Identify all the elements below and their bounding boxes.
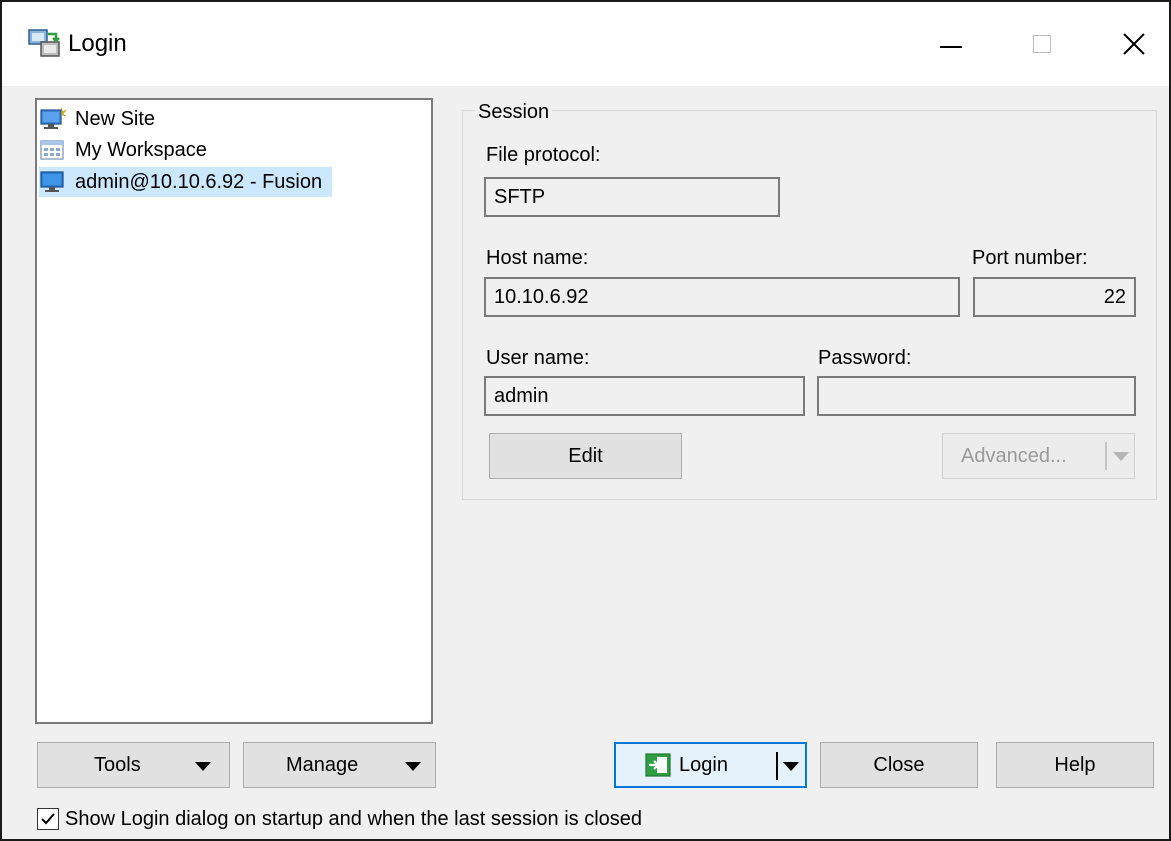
advanced-button-label: Advanced...: [961, 444, 1067, 467]
close-icon: [1123, 33, 1145, 55]
close-button-label: Close: [873, 753, 925, 776]
help-button-label: Help: [1054, 753, 1096, 776]
tools-button-label: Tools: [94, 753, 141, 776]
title-bar: Login: [2, 2, 1169, 86]
close-button[interactable]: Close: [820, 742, 978, 788]
split-separator: [1105, 442, 1107, 470]
tree-item-label: admin@10.10.6.92 - Fusion: [75, 170, 323, 193]
user-name-input[interactable]: admin: [484, 376, 805, 416]
file-protocol-select[interactable]: SFTP: [484, 177, 780, 217]
maximize-icon: [1033, 35, 1051, 53]
edit-button[interactable]: Edit: [489, 433, 682, 479]
login-icon: [645, 753, 671, 777]
split-separator: [776, 752, 778, 780]
manage-button-label: Manage: [286, 753, 359, 776]
chevron-down-icon[interactable]: [1113, 452, 1129, 461]
tree-item-label: My Workspace: [75, 138, 207, 161]
monitor-icon: [40, 171, 64, 192]
port-number-input[interactable]: 22: [973, 277, 1136, 317]
port-number-label: Port number:: [972, 247, 1088, 269]
tools-button[interactable]: Tools: [37, 742, 230, 788]
login-button[interactable]: Login: [614, 742, 807, 788]
workspace-icon: [40, 140, 64, 160]
checkmark-icon: [41, 813, 55, 825]
minimize-button[interactable]: [920, 18, 980, 70]
host-name-input[interactable]: 10.10.6.92: [484, 277, 960, 317]
help-button[interactable]: Help: [996, 742, 1154, 788]
minimize-icon: [940, 46, 962, 48]
edit-button-label: Edit: [568, 444, 603, 467]
tree-item-new-site[interactable]: New Site: [39, 104, 155, 134]
app-icon: [28, 29, 60, 57]
new-site-icon: [40, 107, 67, 129]
password-label: Password:: [818, 347, 912, 369]
tree-item-admin-fusion[interactable]: admin@10.10.6.92 - Fusion: [39, 167, 333, 197]
chevron-down-icon: [195, 762, 211, 771]
tree-item-my-workspace[interactable]: My Workspace: [39, 135, 207, 165]
login-button-label: Login: [679, 753, 728, 776]
advanced-button[interactable]: Advanced...: [942, 433, 1135, 479]
show-login-label[interactable]: Show Login dialog on startup and when th…: [65, 806, 642, 832]
chevron-down-icon: [405, 762, 421, 771]
show-login-checkbox[interactable]: [37, 808, 59, 830]
manage-button[interactable]: Manage: [243, 742, 436, 788]
close-window-button[interactable]: [1104, 18, 1164, 70]
file-protocol-label: File protocol:: [486, 144, 601, 166]
site-tree[interactable]: New Site My Workspace admin@10.10.6.92 -…: [35, 98, 433, 724]
password-input[interactable]: [817, 376, 1136, 416]
user-name-label: User name:: [486, 347, 590, 369]
session-caption: Session: [475, 99, 553, 125]
maximize-button[interactable]: [1012, 18, 1072, 70]
login-window: Login New Site My Workspace admin@10.10.…: [0, 0, 1171, 841]
host-name-label: Host name:: [486, 247, 589, 269]
chevron-down-icon[interactable]: [783, 762, 799, 771]
tree-item-label: New Site: [75, 107, 156, 130]
window-title: Login: [68, 30, 127, 57]
